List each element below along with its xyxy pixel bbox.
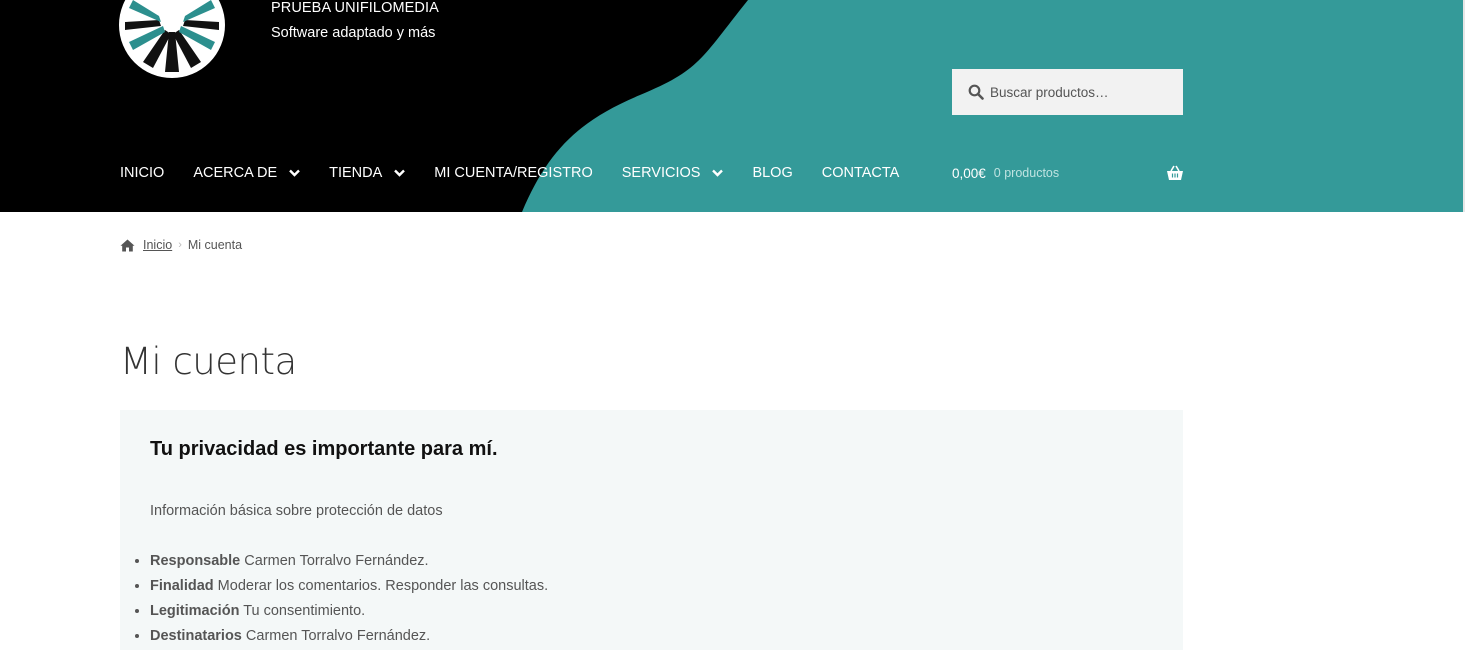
nav-item-label: ACERCA DE xyxy=(193,165,278,181)
list-item: Responsable Carmen Torralvo Fernández. xyxy=(150,549,548,574)
list-item: Destinatarios Carmen Torralvo Fernández. xyxy=(150,624,548,649)
chevron-down-icon[interactable] xyxy=(712,169,724,177)
search-icon xyxy=(968,84,984,100)
product-search xyxy=(952,69,1183,115)
privacy-list: Responsable Carmen Torralvo Fernández. F… xyxy=(120,549,548,649)
nav-item-label: SERVICIOS xyxy=(621,165,701,181)
chevron-down-icon[interactable] xyxy=(394,169,406,177)
privacy-item-text: Carmen Torralvo Fernández. xyxy=(240,553,429,569)
breadcrumb: Inicio › Mi cuenta xyxy=(120,238,242,252)
page-title: Mi cuenta xyxy=(120,340,297,383)
privacy-heading: Tu privacidad es importante para mí. xyxy=(150,438,498,460)
privacy-item-text: Moderar los comentarios. Responder las c… xyxy=(213,578,549,594)
primary-navigation: INICIO ACERCA DE TIENDA MI CUENTA/REGIST… xyxy=(120,162,928,184)
nav-item-contacta[interactable]: CONTACTA xyxy=(822,165,900,181)
list-item: Finalidad Moderar los comentarios. Respo… xyxy=(150,574,548,599)
cart-amount: 0,00€ xyxy=(952,165,986,181)
site-header: PRUEBA UNIFILOMEDIA Software adaptado y … xyxy=(0,0,1465,212)
nav-item-mi-cuenta[interactable]: MI CUENTA/REGISTRO xyxy=(434,165,592,181)
privacy-item-label: Legitimación xyxy=(150,603,240,619)
site-logo[interactable] xyxy=(119,0,225,78)
search-input[interactable] xyxy=(990,84,1170,100)
nav-item-label: BLOG xyxy=(752,165,793,181)
privacy-item-label: Destinatarios xyxy=(150,628,242,644)
privacy-notice: Tu privacidad es importante para mí. Inf… xyxy=(120,410,1183,650)
nav-item-label: INICIO xyxy=(120,165,165,181)
nav-item-acerca-de[interactable]: ACERCA DE xyxy=(193,165,300,181)
site-tagline: Software adaptado y más xyxy=(271,25,436,41)
nav-item-servicios[interactable]: SERVICIOS xyxy=(622,165,724,181)
privacy-item-label: Finalidad xyxy=(150,578,214,594)
list-item: Legitimación Tu consentimiento. xyxy=(150,599,548,624)
home-icon xyxy=(120,239,135,251)
nav-item-inicio[interactable]: INICIO xyxy=(120,165,164,181)
breadcrumb-current: Mi cuenta xyxy=(187,238,243,252)
header-cart[interactable]: 0,00€ 0 productos xyxy=(952,162,1184,184)
cart-count: 0 productos xyxy=(993,166,1060,180)
chevron-down-icon[interactable] xyxy=(289,169,300,177)
breadcrumb-home-link[interactable]: Inicio xyxy=(143,238,172,252)
breadcrumb-separator: › xyxy=(178,239,182,251)
nav-item-label: MI CUENTA/REGISTRO xyxy=(434,165,593,181)
nav-item-blog[interactable]: BLOG xyxy=(752,165,792,181)
basket-icon[interactable] xyxy=(1166,165,1184,181)
privacy-item-label: Responsable xyxy=(150,553,241,569)
nav-item-tienda[interactable]: TIENDA xyxy=(329,165,406,181)
nav-item-label: TIENDA xyxy=(329,165,383,181)
privacy-intro: Información básica sobre protección de d… xyxy=(150,503,443,519)
privacy-item-text: Carmen Torralvo Fernández. xyxy=(241,628,431,644)
nav-item-label: CONTACTA xyxy=(821,165,900,181)
site-title[interactable]: PRUEBA UNIFILOMEDIA xyxy=(271,0,439,16)
privacy-item-text: Tu consentimiento. xyxy=(239,603,366,619)
